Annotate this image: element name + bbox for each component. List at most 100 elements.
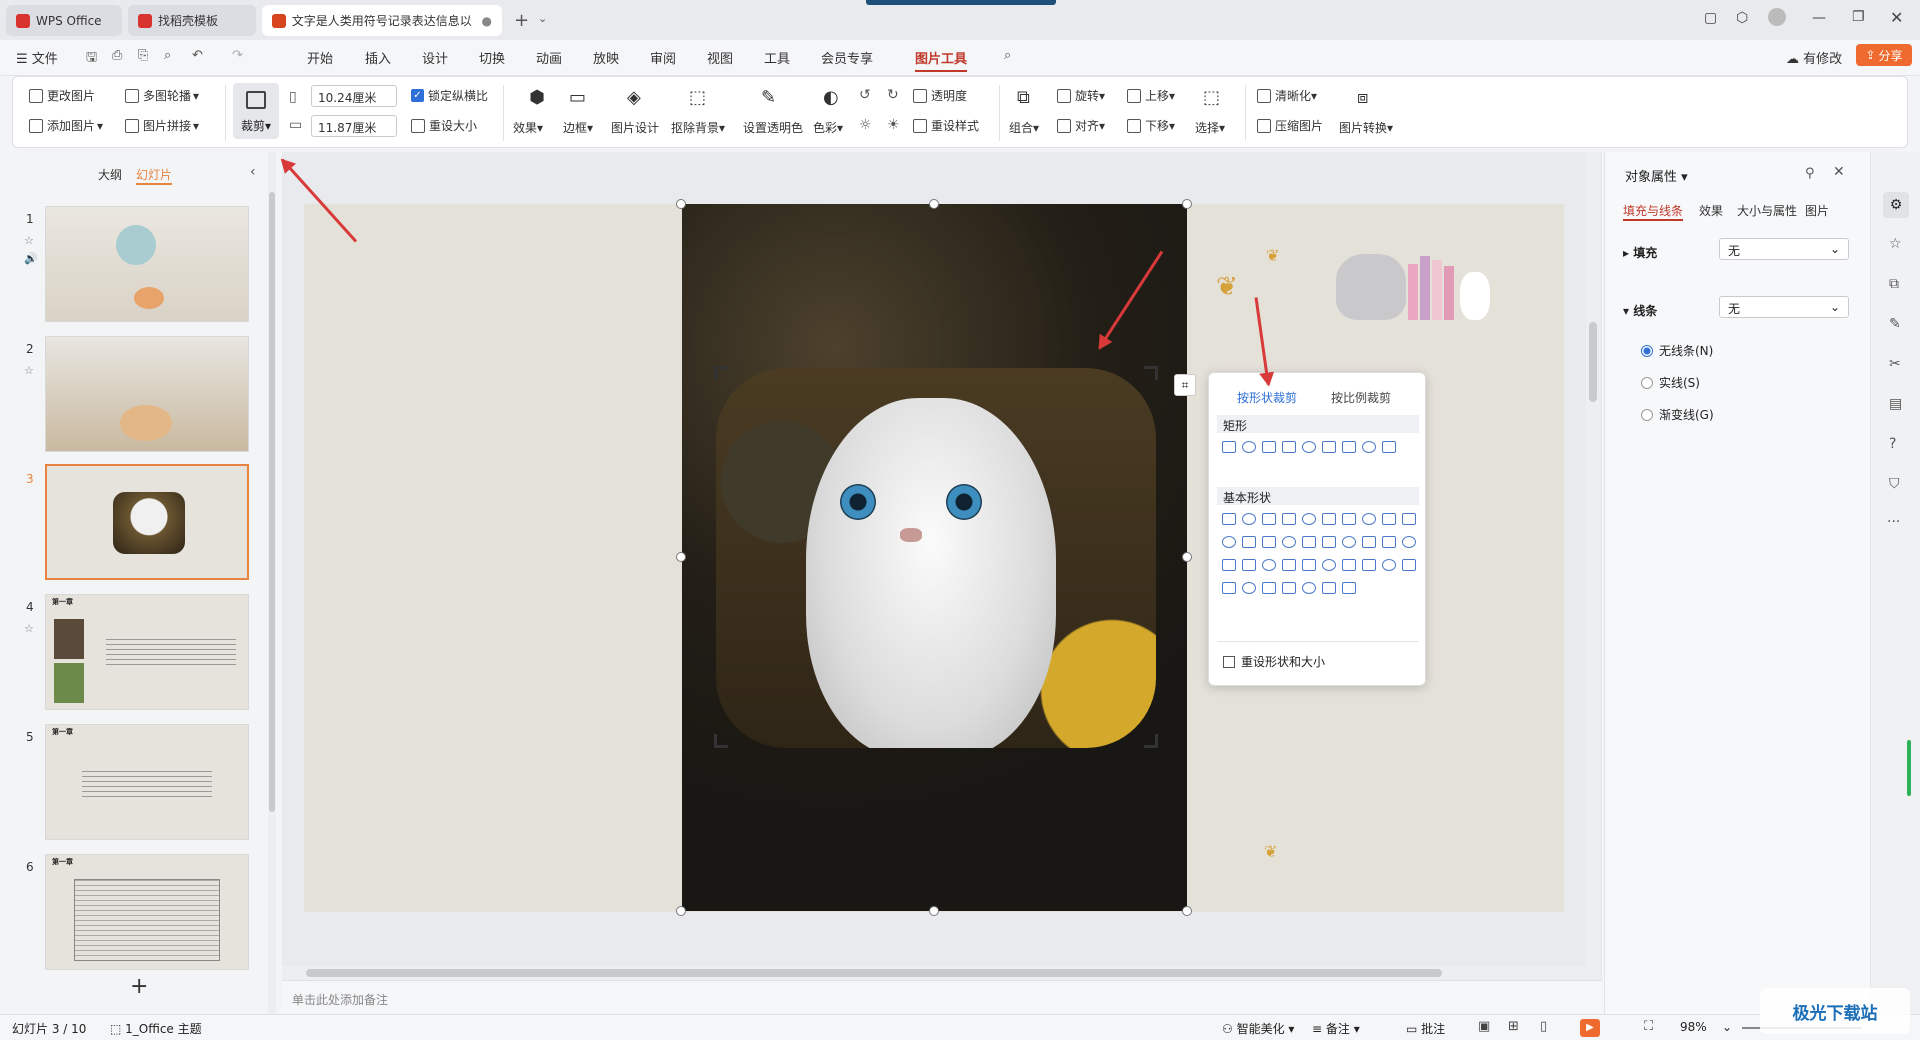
basic-shape-icon[interactable] <box>1302 513 1316 525</box>
basic-shape-icon[interactable] <box>1222 559 1236 571</box>
slide-thumbnail-3[interactable] <box>45 464 249 580</box>
sorter-view-icon[interactable]: ⊞ <box>1508 1019 1519 1034</box>
sharpen-button[interactable]: 清晰化 ▾ <box>1257 87 1317 104</box>
reset-style-button[interactable]: 重设样式 <box>913 117 979 134</box>
basic-shape-icon[interactable] <box>1342 513 1356 525</box>
resize-handle[interactable] <box>929 199 939 209</box>
picture-collage-button[interactable]: 图片拼接 ▾ <box>125 117 199 134</box>
menu-insert[interactable]: 插入 <box>365 48 391 67</box>
resize-handle[interactable] <box>676 199 686 209</box>
tab-fill-line[interactable]: 填充与线条 <box>1623 202 1684 221</box>
quick-crop-icon[interactable]: ⌗ <box>1174 374 1196 396</box>
tab-ppt-document[interactable]: 文字是人类用符号记录表达信息以 ● <box>262 5 502 36</box>
compress-picture-button[interactable]: 压缩图片 <box>1257 117 1323 134</box>
cat-photo-cropped[interactable] <box>716 368 1156 748</box>
basic-shape-icon[interactable] <box>1342 536 1356 548</box>
tab-size-properties[interactable]: 大小与属性 <box>1737 202 1797 219</box>
slide-thumbnail-4[interactable]: 第一章 <box>45 594 249 710</box>
add-picture-button[interactable]: 添加图片 ▾ <box>29 117 103 134</box>
border-button[interactable]: 边框 ▾ <box>563 119 593 136</box>
crop-handle-tr[interactable] <box>1144 366 1158 380</box>
theme-label[interactable]: ⬚ 1_Office 主题 <box>110 1020 202 1037</box>
basic-shape-icon[interactable] <box>1282 559 1296 571</box>
menu-design[interactable]: 设计 <box>422 48 448 67</box>
basic-shape-icon[interactable] <box>1302 582 1316 594</box>
menu-member[interactable]: 会员专享 <box>821 48 873 67</box>
edit-icon[interactable]: ✎ <box>1889 316 1901 332</box>
picture-convert-button[interactable]: 图片转换 ▾ <box>1339 119 1393 136</box>
line-select[interactable]: 无 ⌄ <box>1719 296 1849 318</box>
minimize-icon[interactable]: — <box>1812 10 1826 26</box>
basic-shape-icon[interactable] <box>1382 559 1396 571</box>
basic-shape-icon[interactable] <box>1282 513 1296 525</box>
remove-background-button[interactable]: 抠除背景 ▾ <box>671 119 725 136</box>
save-icon[interactable]: 🖫 <box>86 48 97 70</box>
menu-slideshow[interactable]: 放映 <box>593 48 619 67</box>
notes-button[interactable]: ≡ 备注 ▾ <box>1312 1020 1360 1037</box>
zoom-level[interactable]: 98% <box>1680 1020 1707 1034</box>
radio-solid-line[interactable]: 实线(S) <box>1641 374 1700 391</box>
print-icon[interactable]: ⎘ <box>138 48 148 63</box>
scrollbar-thumb[interactable] <box>1589 322 1597 402</box>
basic-shape-icon[interactable] <box>1242 536 1256 548</box>
collapse-panel-icon[interactable]: ‹ <box>250 164 256 180</box>
basic-shape-icon[interactable] <box>1262 513 1276 525</box>
reset-shape-size-button[interactable]: 重设形状和大小 <box>1223 653 1325 670</box>
basic-shape-icon[interactable] <box>1242 513 1256 525</box>
basic-shape-icon[interactable] <box>1222 513 1236 525</box>
normal-view-icon[interactable]: ▣ <box>1478 1019 1490 1034</box>
tab-crop-by-shape[interactable]: 按形状裁剪 <box>1237 389 1297 406</box>
tab-docer[interactable]: 找稻壳模板 <box>128 5 256 36</box>
brightness-icon[interactable]: ☼ <box>859 117 872 133</box>
fill-select[interactable]: 无 ⌄ <box>1719 238 1849 260</box>
shirt-icon[interactable]: ⛉ <box>1889 476 1900 492</box>
menu-picture-tools[interactable]: 图片工具 <box>915 48 968 72</box>
reading-view-icon[interactable]: ▯ <box>1540 1019 1547 1034</box>
basic-shape-icon[interactable] <box>1262 559 1276 571</box>
share-button[interactable]: ⇪ 分享 <box>1856 44 1912 66</box>
width-input[interactable]: 10.24厘米 <box>311 85 397 107</box>
add-slide-button[interactable]: + <box>130 974 148 999</box>
basic-shape-icon[interactable] <box>1322 513 1336 525</box>
menu-start[interactable]: 开始 <box>307 48 333 67</box>
file-menu[interactable]: ☰ 文件 <box>16 48 58 67</box>
rectangle-shape-icon[interactable] <box>1262 441 1276 453</box>
resize-handle[interactable] <box>1182 552 1192 562</box>
redo-icon[interactable]: ↷ <box>232 48 243 63</box>
rectangle-shape-icon[interactable] <box>1342 441 1356 453</box>
slide-thumbnail-6[interactable]: 第一章 <box>45 854 249 970</box>
tab-effects[interactable]: 效果 <box>1699 202 1723 219</box>
help-icon[interactable]: ? <box>1889 436 1896 452</box>
reset-size-button[interactable]: 重设大小 <box>411 117 477 134</box>
tab-slides[interactable]: 幻灯片 <box>136 166 173 185</box>
set-transparent-color-button[interactable]: 设置透明色 <box>743 119 803 136</box>
basic-shape-icon[interactable] <box>1322 536 1336 548</box>
basic-shape-icon[interactable] <box>1242 559 1256 571</box>
slide-thumbnail-2[interactable] <box>45 336 249 452</box>
multi-carousel-button[interactable]: 多图轮播 ▾ <box>125 87 199 104</box>
effects-button[interactable]: 效果 ▾ <box>513 119 543 136</box>
properties-icon[interactable]: ⚙ <box>1883 192 1909 218</box>
basic-shape-icon[interactable] <box>1302 536 1316 548</box>
canvas-vertical-scrollbar[interactable] <box>1586 152 1600 980</box>
height-input[interactable]: 11.87厘米 <box>311 115 397 137</box>
resize-handle[interactable] <box>676 906 686 916</box>
picture-design-button[interactable]: 图片设计 <box>611 119 659 136</box>
color-button[interactable]: 色彩 ▾ <box>813 119 843 136</box>
basic-shape-icon[interactable] <box>1402 559 1416 571</box>
basic-shape-icon[interactable] <box>1342 582 1356 594</box>
radio-no-line[interactable]: 无线条(N) <box>1641 342 1713 359</box>
more-icon[interactable]: ··· <box>1887 514 1900 530</box>
close-panel-icon[interactable]: ✕ <box>1833 164 1845 180</box>
rotate-right-icon[interactable]: ↻ <box>887 87 899 103</box>
slide-thumbnail-5[interactable]: 第一章 <box>45 724 249 840</box>
basic-shape-icon[interactable] <box>1362 513 1376 525</box>
rotate-left-icon[interactable]: ↺ <box>859 87 871 103</box>
avatar[interactable] <box>1768 8 1786 26</box>
basic-shape-icon[interactable] <box>1222 536 1236 548</box>
basic-shape-icon[interactable] <box>1322 559 1336 571</box>
basic-shape-icon[interactable] <box>1262 582 1276 594</box>
change-picture-button[interactable]: 更改图片 <box>29 87 95 104</box>
basic-shape-icon[interactable] <box>1362 559 1376 571</box>
tab-outline[interactable]: 大纲 <box>98 166 122 183</box>
